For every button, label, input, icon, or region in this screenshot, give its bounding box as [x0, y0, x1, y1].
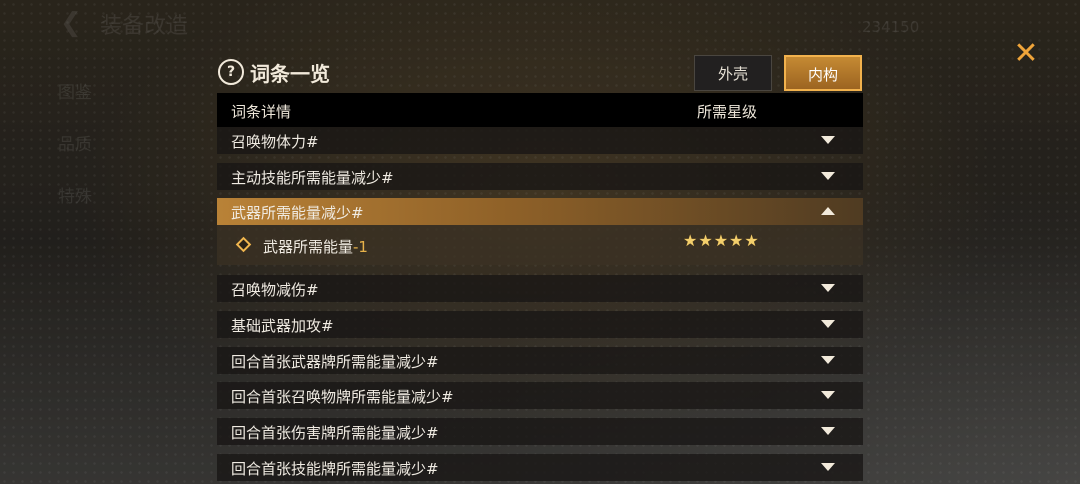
tab-inner-structure[interactable]: 内构 [784, 55, 862, 91]
star-rating: ★ ★ ★ ★ ★ [683, 231, 759, 250]
chevron-down-icon [821, 356, 835, 364]
detail-name: 武器所需能量 [263, 238, 354, 256]
detail-value: -1 [353, 238, 368, 256]
column-stars-header: 所需星级 [697, 103, 758, 121]
list-item-6[interactable]: 回合首张召唤物牌所需能量减少# [217, 382, 863, 409]
star-icon: ★ [744, 231, 759, 250]
table-header: 词条详情 所需星级 [217, 93, 863, 127]
list-item-label: 召唤物体力# [231, 133, 319, 151]
list-item-label: 回合首张技能牌所需能量减少# [231, 460, 439, 478]
list-item-label: 回合首张召唤物牌所需能量减少# [231, 388, 454, 406]
chevron-down-icon [821, 427, 835, 435]
star-icon: ★ [713, 231, 729, 250]
list-item-label: 回合首张武器牌所需能量减少# [231, 353, 439, 371]
list-item-8[interactable]: 回合首张技能牌所需能量减少# [217, 454, 863, 481]
star-icon: ★ [698, 231, 713, 250]
list-item-4[interactable]: 基础武器加攻# [217, 311, 863, 338]
diamond-bullet-icon [235, 236, 252, 253]
panel-title: ? 词条一览 [218, 58, 330, 86]
list-item-2-expanded[interactable]: 武器所需能量减少# [217, 198, 863, 225]
chevron-down-icon [821, 136, 835, 144]
column-detail-header: 词条详情 [231, 103, 292, 121]
list-item-7[interactable]: 回合首张伤害牌所需能量减少# [217, 418, 863, 445]
chevron-down-icon [821, 284, 835, 292]
list-item-label: 召唤物减伤# [231, 281, 319, 299]
star-icon: ★ [729, 231, 744, 250]
chevron-up-icon [821, 207, 835, 215]
chevron-down-icon [821, 391, 835, 399]
tab-outer-shell[interactable]: 外壳 [694, 55, 772, 91]
list-item-5[interactable]: 回合首张武器牌所需能量减少# [217, 347, 863, 374]
list-item-3[interactable]: 召唤物减伤# [217, 275, 863, 302]
chevron-down-icon [821, 320, 835, 328]
chevron-down-icon [821, 172, 835, 180]
list-item-label: 主动技能所需能量减少# [231, 169, 394, 187]
list-item-1[interactable]: 主动技能所需能量减少# [217, 163, 863, 190]
help-icon[interactable]: ? [218, 59, 244, 85]
list-item-label: 武器所需能量减少# [231, 204, 364, 222]
detail-text: 武器所需能量-1 [263, 236, 368, 257]
list-item-0[interactable]: 召唤物体力# [217, 127, 863, 154]
close-icon[interactable]: ✕ [1010, 38, 1042, 70]
panel-title-text: 词条一览 [250, 61, 330, 86]
chevron-down-icon [821, 463, 835, 471]
star-icon: ★ [683, 231, 698, 250]
list-item-label: 回合首张伤害牌所需能量减少# [231, 424, 439, 442]
list-item-label: 基础武器加攻# [231, 317, 334, 335]
expanded-detail: 武器所需能量-1 ★ ★ ★ ★ ★ [217, 225, 863, 265]
